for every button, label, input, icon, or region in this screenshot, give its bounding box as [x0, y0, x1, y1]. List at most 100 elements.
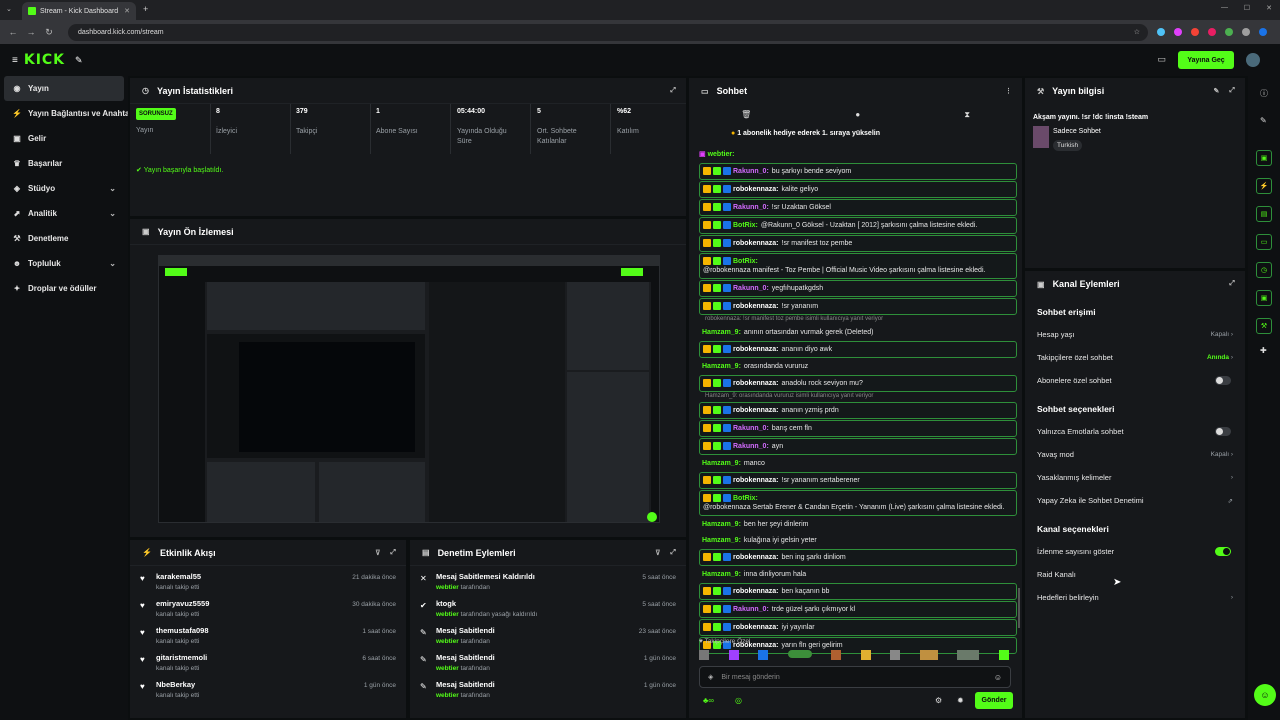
chat-username[interactable]: Hamzam_9: [702, 536, 741, 545]
chat-username[interactable]: Hamzam_9: [702, 362, 741, 371]
expand-icon[interactable]: ⤢ [670, 549, 676, 557]
rail-stats-button[interactable]: ◷ [1256, 262, 1272, 278]
chat-message[interactable]: robokennaza: ananın diyo awk [699, 341, 1017, 358]
chat-message[interactable]: robokennaza: kalite geliyo [699, 181, 1017, 198]
chat-message[interactable]: Hamzam_9: kulağına iyi gelsin yeter [699, 533, 1017, 548]
chat-message[interactable]: BotRix: @robokennaza manifest - Toz Pembe… [699, 253, 1017, 279]
sidebar-item-basarilar[interactable]: ♛ Başarılar [0, 151, 128, 176]
chat-username[interactable]: Rakunn_0: [733, 167, 769, 176]
mod-user[interactable]: webtier [436, 584, 459, 591]
emoji-icon[interactable]: ☺ [994, 673, 1002, 682]
extension-icon[interactable] [1191, 28, 1199, 36]
close-tab-icon[interactable]: ✕ [124, 7, 130, 15]
chat-username[interactable]: Rakunn_0: [733, 605, 769, 614]
chat-username[interactable]: robokennaza: [733, 239, 779, 248]
expand-icon[interactable]: ⤢ [670, 87, 676, 95]
sidebar-item-denetleme[interactable]: ⚒ Denetleme [0, 226, 128, 251]
raid-row[interactable]: Raid Kanalı [1025, 563, 1245, 586]
user-avatar[interactable] [1246, 53, 1260, 67]
chat-username[interactable]: robokennaza: [733, 623, 779, 632]
tab-list-icon[interactable]: ⌄ [6, 5, 12, 13]
info-icon[interactable]: ⓘ [1260, 88, 1268, 99]
chat-bubble-icon[interactable]: ● [855, 110, 860, 124]
emote-icon[interactable] [699, 650, 709, 660]
mod-user[interactable]: webtier [436, 638, 459, 645]
points-icon[interactable]: ♣∞ [703, 696, 714, 705]
sidebar-item-studyo[interactable]: ◈ Stüdyo ⌄ [0, 176, 128, 201]
expand-icon[interactable]: ⤢ [1229, 87, 1235, 95]
sidebar-item-analitik[interactable]: ⬈ Analitik ⌄ [0, 201, 128, 226]
filter-icon[interactable]: ⊽ [375, 549, 380, 557]
chat-message[interactable]: robokennaza: ben ing şarkı dinliom [699, 549, 1017, 566]
address-bar[interactable]: dashboard.kick.com/stream ☆ [68, 23, 1148, 41]
chat-username[interactable]: BotRix: [733, 257, 758, 266]
chat-input[interactable]: ◈ Bir mesaj gönderin ☺ [699, 666, 1011, 688]
chat-message[interactable]: Rakunn_0: barış cem fln [699, 420, 1017, 437]
stream-category[interactable]: Sadece Sohbet [1053, 128, 1101, 135]
settings-icon[interactable]: ⚙ [935, 696, 942, 705]
more-icon[interactable]: ⋮ [1005, 87, 1012, 95]
bookmark-icon[interactable]: ☆ [1134, 28, 1140, 36]
chat-message[interactable]: robokennaza: iyi yayınlar [699, 619, 1017, 636]
trash-icon[interactable]: 🗑 [741, 110, 751, 124]
chat-message[interactable]: Hamzam_9: orasındanda vururuz [699, 359, 1017, 374]
chat-message[interactable]: robokennaza: !sr manifest toz pembe [699, 235, 1017, 252]
minimize-icon[interactable]: — [1221, 4, 1228, 11]
account-age-row[interactable]: Hesap yaşı Kapalı › [1025, 323, 1245, 346]
chat-message[interactable]: Hamzam_9: anının ortasından vurmak gerek … [699, 325, 1017, 340]
chat-message[interactable]: robokennaza: !sr yananım sertaberener [699, 472, 1017, 489]
emote-icon[interactable] [998, 650, 1009, 660]
chat-username[interactable]: Rakunn_0: [733, 203, 769, 212]
extension-icon[interactable] [1157, 28, 1165, 36]
sidebar-item-gelir[interactable]: ▣ Gelir [0, 126, 128, 151]
show-viewers-toggle[interactable] [1215, 547, 1231, 556]
extension-icon[interactable] [1208, 28, 1216, 36]
new-tab-icon[interactable]: + [143, 4, 148, 14]
chat-message[interactable]: robokennaza: ananın yzmiş prdn [699, 402, 1017, 419]
chat-message[interactable]: Hamzam_9: manco [699, 456, 1017, 471]
chat-username[interactable]: BotRix: [733, 221, 758, 230]
menu-icon[interactable]: ≡ [12, 55, 18, 66]
top-chat-user[interactable]: ▣ webtier: [699, 150, 734, 158]
chat-username[interactable]: Rakunn_0: [733, 424, 769, 433]
chat-username[interactable]: robokennaza: [733, 345, 779, 354]
emote-icon[interactable] [728, 650, 739, 660]
reload-icon[interactable]: ↻ [44, 27, 54, 38]
profile-avatar[interactable] [1259, 28, 1267, 36]
refresh-icon[interactable]: ◎ [735, 696, 742, 705]
emote-icon[interactable] [957, 650, 980, 660]
pin-icon[interactable]: ✎ [75, 55, 83, 66]
chat-message[interactable]: BotRix: @robokennaza Sertab Erener & Cand… [699, 490, 1017, 516]
emote-icon[interactable] [787, 650, 812, 658]
chat-username[interactable]: robokennaza: [733, 476, 779, 485]
chat-username[interactable]: Rakunn_0: [733, 442, 769, 451]
rail-chat-button[interactable]: ▭ [1256, 234, 1272, 250]
gift-banner[interactable]: ● 1 abonelik hediye ederek 1. sıraya yük… [731, 130, 880, 137]
chat-message[interactable]: Rakunn_0: trde güzel şarkı çıkmıyor kl [699, 601, 1017, 618]
chat-username[interactable]: Rakunn_0: [733, 284, 769, 293]
chat-username[interactable]: robokennaza: [733, 379, 779, 388]
edit-icon[interactable]: ✎ [1214, 87, 1220, 95]
chat-message[interactable]: Rakunn_0: !sr Uzaktan Göksel [699, 199, 1017, 216]
hourglass-icon[interactable]: ⧗ [964, 110, 970, 124]
chat-username[interactable]: robokennaza: [733, 302, 779, 311]
emote-icon[interactable] [890, 650, 901, 660]
screen-icon[interactable]: ▭ [1157, 54, 1166, 65]
chat-message[interactable]: BotRix: @Rakunn_0 Göksel - Uzaktan [ 2012… [699, 217, 1017, 234]
rail-wrench-button[interactable]: ⚒ [1256, 318, 1272, 334]
goals-row[interactable]: Hedefleri belirleyin › [1025, 586, 1245, 609]
back-icon[interactable]: ← [8, 27, 18, 37]
filter-icon[interactable]: ⊽ [655, 549, 660, 557]
expand-icon[interactable]: ⤢ [390, 549, 396, 557]
chat-message[interactable]: Hamzam_9: inna dinliyorum hala [699, 567, 1017, 582]
rail-channel-button[interactable]: ▣ [1256, 290, 1272, 306]
chat-message[interactable]: Rakunn_0: ayn [699, 438, 1017, 455]
ai-moderation-row[interactable]: Yapay Zeka ile Sohbet Denetimi ⇗ [1025, 489, 1245, 512]
sidebar-item-droplar[interactable]: ✦ Droplar ve ödüller [0, 276, 128, 301]
chat-username[interactable]: Hamzam_9: [702, 328, 741, 337]
forward-icon[interactable]: → [26, 27, 36, 37]
rail-bolt-button[interactable]: ⚡ [1256, 178, 1272, 194]
chat-message[interactable]: robokennaza: anadolu rock seviyon mu? [699, 375, 1017, 392]
go-live-button[interactable]: Yayına Geç [1178, 51, 1234, 69]
chat-username[interactable]: robokennaza: [733, 553, 779, 562]
